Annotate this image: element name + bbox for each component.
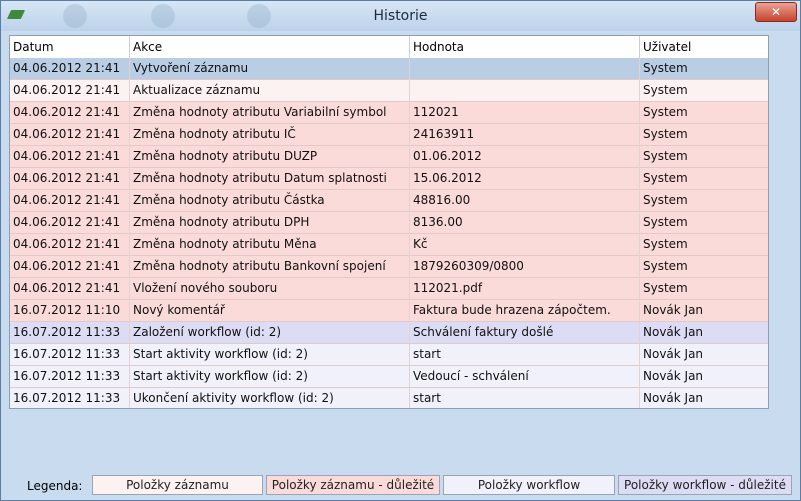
cell-hodnota: 15.06.2012 xyxy=(410,168,640,190)
close-icon: ✕ xyxy=(770,5,782,19)
table-row[interactable]: 16.07.2012 11:33 Založení workflow (id: 2… xyxy=(10,322,768,344)
cell-datum: 16.07.2012 11:10 xyxy=(10,300,130,322)
cell-datum: 04.06.2012 21:41 xyxy=(10,146,130,168)
legend-item-workflow: Položky workflow xyxy=(443,475,615,495)
table-row[interactable]: 04.06.2012 21:41 Změna hodnoty atributu D… xyxy=(10,212,768,234)
table-row[interactable]: 04.06.2012 21:41 Změna hodnoty atributu D… xyxy=(10,146,768,168)
table-row[interactable]: 04.06.2012 21:41 Změna hodnoty atributu V… xyxy=(10,102,768,124)
cell-akce: Změna hodnoty atributu Bankovní spojení xyxy=(130,256,410,278)
cell-uzivatel: System xyxy=(643,149,688,163)
cell-hodnota xyxy=(410,58,640,80)
column-header-hodnota[interactable]: Hodnota xyxy=(410,36,640,58)
cell-hodnota: 01.06.2012 xyxy=(410,146,640,168)
cell-akce: Start aktivity workflow (id: 2) xyxy=(130,366,410,388)
cell-hodnota: 1879260309/0800 xyxy=(410,256,640,278)
cell-datum: 04.06.2012 21:41 xyxy=(10,58,130,80)
cell-hodnota: 48816.00 xyxy=(410,190,640,212)
cell-uzivatel: System xyxy=(643,237,688,251)
cell-hodnota xyxy=(410,80,640,102)
cell-akce: Změna hodnoty atributu Částka xyxy=(130,190,410,212)
cell-akce: Změna hodnoty atributu DPH xyxy=(130,212,410,234)
cell-akce: Nový komentář xyxy=(130,300,410,322)
table-row[interactable]: 04.06.2012 21:41 Změna hodnoty atributu D… xyxy=(10,168,768,190)
cell-akce: Aktualizace záznamu xyxy=(130,80,410,102)
cell-hodnota: start xyxy=(410,388,640,408)
table-row[interactable]: 04.06.2012 21:41 Vložení nového souboru 11… xyxy=(10,278,768,300)
window-title: Historie xyxy=(373,8,428,24)
cell-hodnota: start xyxy=(410,344,640,366)
cell-uzivatel: System xyxy=(643,215,688,229)
cell-datum: 16.07.2012 11:33 xyxy=(10,322,130,344)
cell-datum: 04.06.2012 21:41 xyxy=(10,124,130,146)
cell-akce: Změna hodnoty atributu Variabilní symbol xyxy=(130,102,410,124)
grid-header: Datum Akce Hodnota Uživatel xyxy=(10,36,768,59)
cell-hodnota: 112021 xyxy=(410,102,640,124)
title-bar[interactable]: Historie ✕ xyxy=(1,1,800,31)
cell-uzivatel: System xyxy=(643,127,688,141)
cell-uzivatel: System xyxy=(643,83,688,97)
cell-hodnota: Vedoucí - schválení xyxy=(410,366,640,388)
legend-item-record-important: Položky záznamu - důležité xyxy=(266,475,440,495)
cell-hodnota: 112021.pdf xyxy=(410,278,640,300)
cell-uzivatel: System xyxy=(643,171,688,185)
table-row[interactable]: 04.06.2012 21:41 Změna hodnoty atributu B… xyxy=(10,256,768,278)
cell-uzivatel: Novák Jan xyxy=(643,369,704,383)
legend-item-record: Položky záznamu xyxy=(92,475,263,495)
cell-akce: Změna hodnoty atributu Měna xyxy=(130,234,410,256)
cell-datum: 16.07.2012 11:33 xyxy=(10,344,130,366)
cell-datum: 04.06.2012 21:41 xyxy=(10,80,130,102)
cell-akce: Vytvoření záznamu xyxy=(130,58,410,80)
cell-akce: Změna hodnoty atributu Datum splatnosti xyxy=(130,168,410,190)
cell-datum: 04.06.2012 21:41 xyxy=(10,190,130,212)
table-row[interactable]: 16.07.2012 11:10 Nový komentář Faktura bud… xyxy=(10,300,768,322)
cell-uzivatel: Novák Jan xyxy=(643,347,704,361)
cell-uzivatel: System xyxy=(643,193,688,207)
cell-akce: Změna hodnoty atributu IČ xyxy=(130,124,410,146)
cell-datum: 16.07.2012 11:33 xyxy=(10,366,130,388)
cell-hodnota: Schválení faktury došlé xyxy=(410,322,640,344)
column-header-uzivatel[interactable]: Uživatel xyxy=(640,36,768,58)
cell-akce: Ukončení aktivity workflow (id: 2) xyxy=(130,388,410,408)
cell-datum: 04.06.2012 21:41 xyxy=(10,234,130,256)
table-row[interactable]: 04.06.2012 21:41 Aktualizace záznamu Syste… xyxy=(10,80,768,102)
cell-uzivatel: Novák Jan xyxy=(643,303,704,317)
cell-hodnota: 8136.00 xyxy=(410,212,640,234)
cell-hodnota: Kč xyxy=(410,234,640,256)
cell-akce: Změna hodnoty atributu DUZP xyxy=(130,146,410,168)
cell-uzivatel: System xyxy=(643,61,688,75)
table-row[interactable]: 04.06.2012 21:41 Změna hodnoty atributu I… xyxy=(10,124,768,146)
close-button[interactable]: ✕ xyxy=(755,2,797,22)
table-row[interactable]: 04.06.2012 21:41 Změna hodnoty atributu Č… xyxy=(10,190,768,212)
cell-hodnota: 24163911 xyxy=(410,124,640,146)
cell-uzivatel: Novák Jan xyxy=(643,325,704,339)
cell-uzivatel: System xyxy=(643,281,688,295)
cell-uzivatel: System xyxy=(643,259,688,273)
cell-hodnota: Faktura bude hrazena zápočtem. xyxy=(410,300,640,322)
cell-datum: 16.07.2012 11:33 xyxy=(10,388,130,408)
cell-uzivatel: System xyxy=(643,105,688,119)
cell-akce: Start aktivity workflow (id: 2) xyxy=(130,344,410,366)
history-window: Historie ✕ Datum Akce Hodnota Uživatel 0… xyxy=(0,0,801,501)
table-row[interactable]: 16.07.2012 11:33 Start aktivity workflow … xyxy=(10,344,768,366)
table-row[interactable]: 04.06.2012 21:41 Změna hodnoty atributu M… xyxy=(10,234,768,256)
cell-datum: 04.06.2012 21:41 xyxy=(10,168,130,190)
table-row[interactable]: 04.06.2012 21:41 Vytvoření záznamu System xyxy=(10,58,768,80)
cell-akce: Vložení nového souboru xyxy=(130,278,410,300)
table-row[interactable]: 16.07.2012 11:33 Start aktivity workflow … xyxy=(10,366,768,388)
table-row[interactable]: 16.07.2012 11:33 Ukončení aktivity workfl… xyxy=(10,388,768,408)
column-header-akce[interactable]: Akce xyxy=(130,36,410,58)
cell-datum: 04.06.2012 21:41 xyxy=(10,278,130,300)
cell-uzivatel: Novák Jan xyxy=(643,391,704,405)
legend-item-workflow-important: Položky workflow - důležité xyxy=(618,475,792,495)
legend: Legenda: Položky záznamu Položky záznamu … xyxy=(1,469,800,500)
column-header-datum[interactable]: Datum xyxy=(10,36,130,58)
history-grid[interactable]: Datum Akce Hodnota Uživatel 04.06.2012 2… xyxy=(9,35,769,409)
cell-datum: 04.06.2012 21:41 xyxy=(10,212,130,234)
cell-datum: 04.06.2012 21:41 xyxy=(10,256,130,278)
cell-datum: 04.06.2012 21:41 xyxy=(10,102,130,124)
cell-akce: Založení workflow (id: 2) xyxy=(130,322,410,344)
legend-label: Legenda: xyxy=(27,479,83,493)
